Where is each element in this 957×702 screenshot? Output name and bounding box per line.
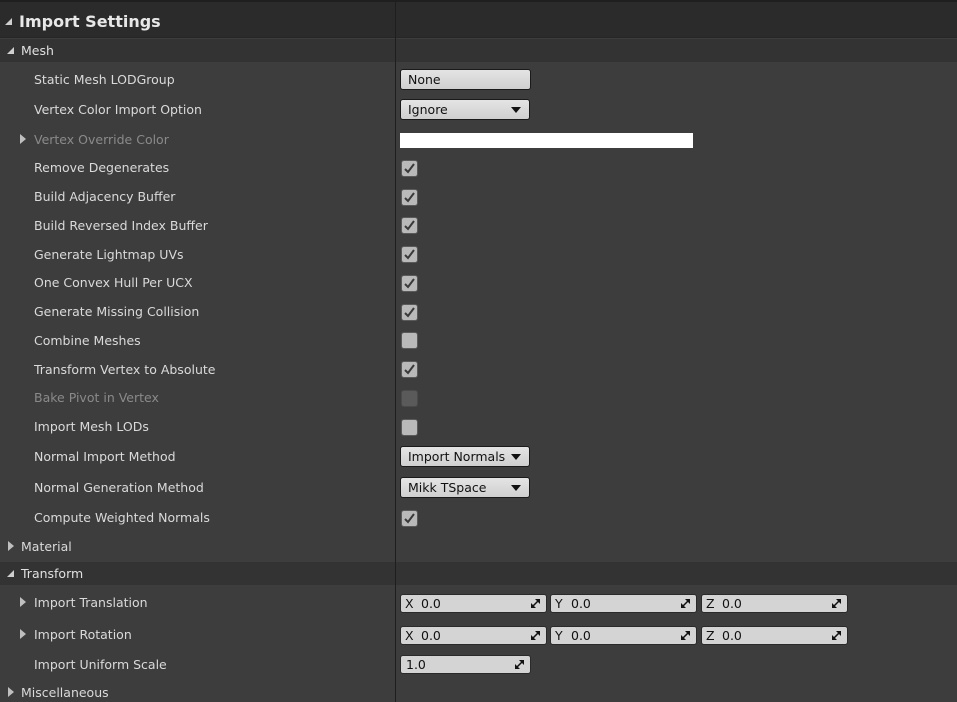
vertex-color-import-option-dropdown[interactable]: Ignore <box>400 99 530 120</box>
category-mesh-label: Mesh <box>21 43 54 58</box>
one-convex-hull-per-ucx-checkbox[interactable] <box>401 275 418 292</box>
bake-pivot-in-vertex-label: Bake Pivot in Vertex <box>34 390 159 405</box>
generate-missing-collision-checkbox[interactable] <box>401 304 418 321</box>
build-adjacency-buffer-checkbox[interactable] <box>401 189 418 206</box>
panel-title-bar[interactable]: Import Settings <box>0 0 957 38</box>
static-mesh-lodgroup-value: None <box>408 72 441 87</box>
import-translation-z-field[interactable]: Z 0.0 <box>701 594 848 613</box>
dropdown-arrow-icon <box>511 485 521 491</box>
generate-lightmap-uvs-checkbox[interactable] <box>401 246 418 263</box>
spin-arrows-icon <box>832 631 841 640</box>
checkmark-icon <box>404 220 415 231</box>
transform-vertex-to-absolute-label: Transform Vertex to Absolute <box>34 362 216 377</box>
import-rotation-z-value: 0.0 <box>722 628 742 643</box>
static-mesh-lodgroup-combo[interactable]: None <box>400 69 531 90</box>
normal-generation-method-label: Normal Generation Method <box>34 480 204 495</box>
axis-y-label: Y <box>555 596 563 611</box>
combine-meshes-label: Combine Meshes <box>34 333 141 348</box>
spin-arrows-icon <box>531 631 540 640</box>
checkmark-icon <box>404 513 415 524</box>
normal-generation-method-dropdown[interactable]: Mikk TSpace <box>400 477 530 498</box>
category-material-label: Material <box>21 539 72 554</box>
dropdown-arrow-icon <box>511 454 521 460</box>
checkmark-icon <box>404 249 415 260</box>
spin-arrows-icon <box>681 599 690 608</box>
collapsed-triangle-icon <box>8 541 14 551</box>
checkmark-icon <box>404 307 415 318</box>
import-mesh-lods-label: Import Mesh LODs <box>34 419 149 434</box>
import-rotation-y-field[interactable]: Y 0.0 <box>550 626 697 645</box>
vertex-override-color-label: Vertex Override Color <box>34 132 169 147</box>
import-uniform-scale-field[interactable]: 1.0 <box>400 655 531 674</box>
static-mesh-lodgroup-label: Static Mesh LODGroup <box>34 72 175 87</box>
vertex-color-import-option-value: Ignore <box>408 102 448 117</box>
axis-y-label: Y <box>555 628 563 643</box>
column-divider[interactable] <box>395 0 396 702</box>
one-convex-hull-per-ucx-label: One Convex Hull Per UCX <box>34 275 193 290</box>
expand-triangle-icon[interactable] <box>20 134 26 144</box>
checkmark-icon <box>404 192 415 203</box>
build-reversed-index-buffer-label: Build Reversed Index Buffer <box>34 218 208 233</box>
category-transform-label: Transform <box>21 566 84 581</box>
spin-arrows-icon <box>531 599 540 608</box>
dropdown-arrow-icon <box>511 107 521 113</box>
import-translation-x-value: 0.0 <box>421 596 441 611</box>
import-rotation-y-value: 0.0 <box>571 628 591 643</box>
checkmark-icon <box>404 364 415 375</box>
normal-import-method-label: Normal Import Method <box>34 449 176 464</box>
import-translation-y-value: 0.0 <box>571 596 591 611</box>
vertex-color-import-option-label: Vertex Color Import Option <box>34 102 202 117</box>
import-rotation-z-field[interactable]: Z 0.0 <box>701 626 848 645</box>
import-uniform-scale-value: 1.0 <box>406 657 426 672</box>
generate-lightmap-uvs-label: Generate Lightmap UVs <box>34 247 184 262</box>
category-miscellaneous-label: Miscellaneous <box>21 685 109 700</box>
expand-triangle-icon[interactable] <box>20 597 26 607</box>
remove-degenerates-label: Remove Degenerates <box>34 160 170 175</box>
normal-generation-method-value: Mikk TSpace <box>408 480 487 495</box>
import-translation-z-value: 0.0 <box>722 596 742 611</box>
import-rotation-label: Import Rotation <box>34 627 132 642</box>
combine-meshes-checkbox[interactable] <box>401 332 418 349</box>
bake-pivot-in-vertex-checkbox <box>401 390 418 407</box>
expanded-triangle-icon <box>7 570 14 577</box>
category-mesh[interactable]: Mesh <box>0 39 957 62</box>
collapsed-triangle-icon <box>8 687 14 697</box>
checkmark-icon <box>404 163 415 174</box>
axis-x-label: X <box>405 628 414 643</box>
panel-title: Import Settings <box>19 12 161 31</box>
category-material[interactable]: Material <box>0 535 957 558</box>
normal-import-method-dropdown[interactable]: Import Normals <box>400 446 530 467</box>
build-adjacency-buffer-label: Build Adjacency Buffer <box>34 189 176 204</box>
axis-x-label: X <box>405 596 414 611</box>
import-uniform-scale-label: Import Uniform Scale <box>34 657 167 672</box>
axis-z-label: Z <box>706 628 715 643</box>
expanded-triangle-icon <box>7 47 14 54</box>
compute-weighted-normals-label: Compute Weighted Normals <box>34 510 210 525</box>
import-translation-label: Import Translation <box>34 595 148 610</box>
transform-vertex-to-absolute-checkbox[interactable] <box>401 361 418 378</box>
expand-triangle-icon[interactable] <box>20 629 26 639</box>
import-translation-x-field[interactable]: X 0.0 <box>400 594 547 613</box>
category-transform[interactable]: Transform <box>0 562 957 585</box>
spin-arrows-icon <box>515 660 524 669</box>
compute-weighted-normals-checkbox[interactable] <box>401 510 418 527</box>
normal-import-method-value: Import Normals <box>408 449 506 464</box>
import-rotation-x-field[interactable]: X 0.0 <box>400 626 547 645</box>
import-translation-y-field[interactable]: Y 0.0 <box>550 594 697 613</box>
import-rotation-x-value: 0.0 <box>421 628 441 643</box>
vertex-override-color-swatch[interactable] <box>400 133 693 148</box>
generate-missing-collision-label: Generate Missing Collision <box>34 304 200 319</box>
build-reversed-index-buffer-checkbox[interactable] <box>401 217 418 234</box>
collapse-triangle-icon[interactable] <box>5 18 12 25</box>
remove-degenerates-checkbox[interactable] <box>401 160 418 177</box>
spin-arrows-icon <box>681 631 690 640</box>
import-mesh-lods-checkbox[interactable] <box>401 419 418 436</box>
spin-arrows-icon <box>832 599 841 608</box>
checkmark-icon <box>404 278 415 289</box>
category-miscellaneous[interactable]: Miscellaneous <box>0 681 957 702</box>
axis-z-label: Z <box>706 596 715 611</box>
